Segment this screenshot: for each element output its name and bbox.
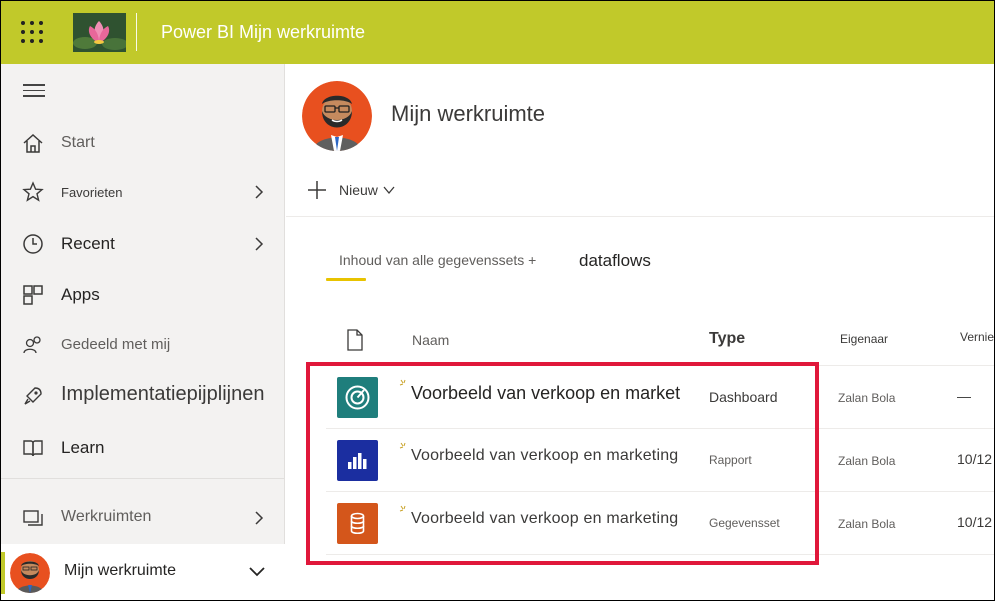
main-content: Mijn werkruimte Nieuw Inhoud van alle ge… <box>286 64 994 600</box>
sidebar-item-label: Implementatiepijplijnen <box>61 383 265 405</box>
column-header-type[interactable]: Type <box>709 330 745 348</box>
toolbar-divider <box>286 216 994 217</box>
item-owner: Zalan Bola <box>838 391 896 405</box>
sidebar-item-label: Werkruimten <box>61 508 152 525</box>
item-type: Rapport <box>709 453 752 467</box>
avatar <box>10 553 50 593</box>
plus-icon <box>308 181 326 199</box>
sidebar-item-favorites[interactable]: Favorieten <box>1 170 285 214</box>
table-row[interactable]: Voorbeeld van verkoop en marketing Rappo… <box>326 429 994 491</box>
chevron-right-icon[interactable] <box>252 235 266 253</box>
sidebar-item-workspaces[interactable]: Werkruimten <box>1 496 285 540</box>
sidebar: Start Favorieten Recent Apps Gedeeld met… <box>1 64 285 600</box>
item-type: Dashboard <box>709 389 778 405</box>
home-icon <box>23 133 43 153</box>
sidebar-item-label: Learn <box>61 438 105 457</box>
new-item-spark-icon <box>399 442 406 449</box>
new-item-spark-icon <box>399 505 406 512</box>
workspace-avatar <box>302 81 372 151</box>
active-indicator <box>1 552 5 594</box>
new-button[interactable]: Nieuw <box>306 177 396 203</box>
book-icon <box>23 440 43 457</box>
sidebar-item-shared-with-me[interactable]: Gedeeld met mij <box>1 323 285 367</box>
column-header-name[interactable]: Naam <box>412 332 449 348</box>
table-row[interactable]: Voorbeeld van verkoop en market Dashboar… <box>326 366 994 428</box>
item-name[interactable]: Voorbeeld van verkoop en marketing <box>411 510 678 528</box>
topbar-divider <box>136 13 137 51</box>
star-icon <box>22 181 44 202</box>
workspaces-icon <box>23 510 43 526</box>
dashboard-icon <box>337 377 378 418</box>
app-window: Power BI Mijn werkruimte Start Favoriete… <box>0 0 995 601</box>
chevron-right-icon[interactable] <box>252 183 266 201</box>
dataset-icon <box>337 503 378 544</box>
new-button-label: Nieuw <box>339 182 378 198</box>
sidebar-item-recent[interactable]: Recent <box>1 222 285 266</box>
shared-people-icon <box>23 336 41 354</box>
clock-icon <box>23 234 43 254</box>
tab-dataflows[interactable]: dataflows <box>579 251 651 271</box>
sidebar-item-deployment-pipelines[interactable]: Implementatiepijplijnen <box>1 374 285 418</box>
sidebar-item-label: Favorieten <box>61 185 123 200</box>
sidebar-item-apps[interactable]: Apps <box>1 273 285 317</box>
file-type-icon <box>347 329 363 351</box>
chevron-down-icon <box>383 186 395 195</box>
new-item-spark-icon <box>399 379 406 386</box>
workspace-logo <box>73 13 126 52</box>
sidebar-item-start[interactable]: Start <box>1 122 285 166</box>
item-owner: Zalan Bola <box>838 517 896 531</box>
current-workspace-label: Mijn werkruimte <box>64 562 177 579</box>
sidebar-divider <box>1 478 285 479</box>
sidebar-item-label: Gedeeld met mij <box>61 336 171 353</box>
sidebar-item-my-workspace[interactable]: Mijn werkruimte <box>1 544 285 600</box>
column-header-owner[interactable]: Eigenaar <box>840 332 888 346</box>
app-launcher-icon[interactable] <box>21 21 43 43</box>
sidebar-item-label: Start <box>61 134 95 151</box>
table-row[interactable]: Voorbeeld van verkoop en marketing Gegev… <box>326 492 994 554</box>
apps-icon <box>23 285 43 305</box>
chevron-down-icon[interactable] <box>247 564 267 578</box>
item-name[interactable]: Voorbeeld van verkoop en marketing <box>411 447 678 465</box>
rocket-icon <box>24 387 42 405</box>
column-header-modified[interactable]: Vernie <box>960 330 994 344</box>
hamburger-menu-icon[interactable] <box>23 84 45 98</box>
sidebar-item-learn[interactable]: Learn <box>1 426 285 470</box>
active-tab-indicator <box>326 278 366 281</box>
item-modified: — <box>957 388 971 404</box>
item-name[interactable]: Voorbeeld van verkoop en market <box>411 383 680 404</box>
report-icon <box>337 440 378 481</box>
row-divider <box>326 554 994 555</box>
sidebar-item-label: Apps <box>61 285 100 304</box>
item-owner: Zalan Bola <box>838 454 896 468</box>
sidebar-item-label: Recent <box>61 234 115 253</box>
item-modified: 10/12 <box>957 451 993 467</box>
page-title: Mijn werkruimte <box>391 101 546 126</box>
tab-all-content[interactable]: Inhoud van alle gegevenssets + <box>339 252 536 268</box>
item-type: Gegevensset <box>709 516 780 530</box>
top-bar: Power BI Mijn werkruimte <box>1 1 994 64</box>
item-modified: 10/12 <box>957 514 993 530</box>
chevron-right-icon[interactable] <box>252 509 266 527</box>
app-title: Power BI Mijn werkruimte <box>161 22 366 42</box>
